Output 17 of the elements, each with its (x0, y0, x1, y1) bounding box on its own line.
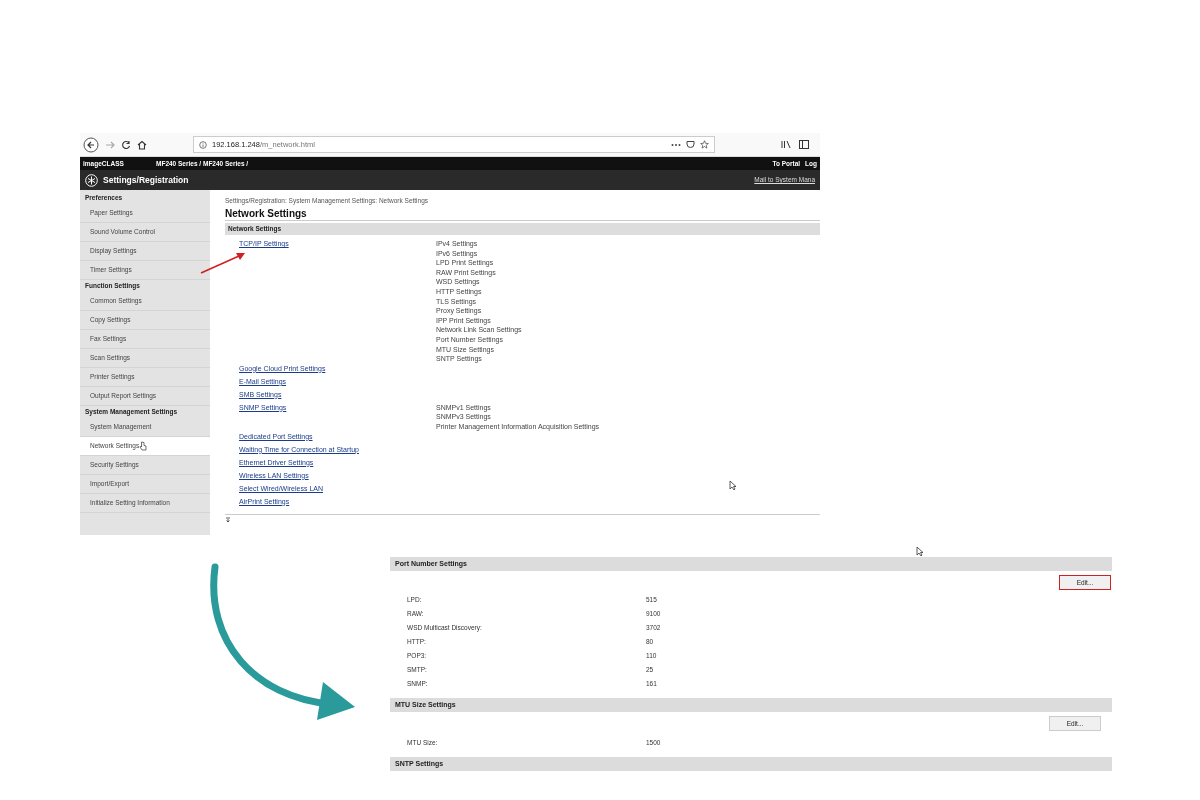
cursor-icon (729, 480, 737, 491)
more-icon[interactable] (671, 142, 681, 147)
info-icon[interactable] (199, 140, 207, 149)
pocket-icon[interactable] (686, 140, 695, 149)
hand-cursor-icon (139, 441, 148, 451)
section-title: Network Settings (225, 206, 820, 221)
home-icon[interactable] (137, 139, 147, 150)
pointer-arrow (200, 253, 245, 274)
sidebar-icon[interactable] (799, 140, 809, 149)
settings-icon (85, 173, 98, 187)
cursor-icon (916, 546, 924, 557)
star-icon[interactable] (700, 140, 709, 149)
back-icon[interactable] (83, 136, 99, 153)
library-icon[interactable] (781, 140, 791, 149)
reload-icon[interactable] (121, 139, 131, 150)
scroll-icon (225, 516, 231, 523)
page-title: Settings/Registration (103, 173, 189, 187)
